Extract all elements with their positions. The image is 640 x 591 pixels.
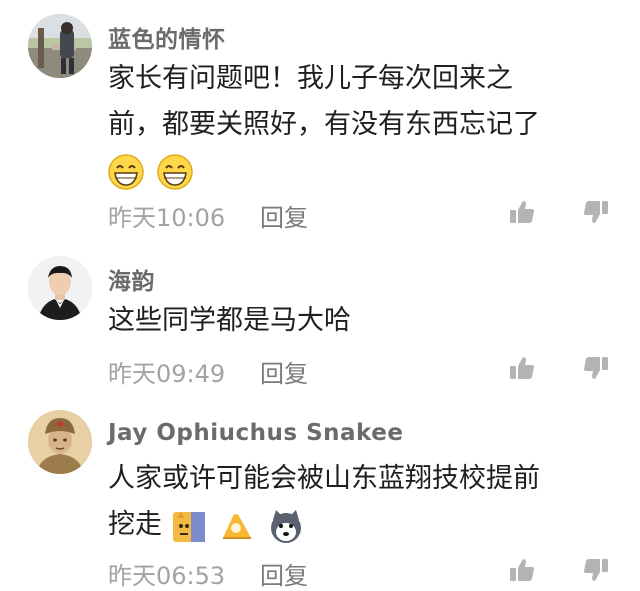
grin-emoji bbox=[108, 153, 144, 190]
comment-text-line: 前，都要关照好，有没有东西忘记了 bbox=[108, 109, 540, 140]
timestamp: 昨天10:06 bbox=[108, 204, 226, 232]
comment-text: 家长有问题吧！我儿子每次回来之 前，都要关照好，有没有东西忘记了 bbox=[108, 56, 608, 194]
comment-meta: 昨天06:53 回复 bbox=[108, 556, 628, 591]
comment-text-line: 人家或许可能会被山东蓝翔技校提前 bbox=[108, 463, 540, 494]
username[interactable]: 海韵 bbox=[108, 262, 155, 296]
thumbs-down-icon[interactable] bbox=[582, 556, 610, 584]
thumbs-down-icon[interactable] bbox=[582, 354, 610, 382]
comment-text-line: 这些同学都是马大哈 bbox=[108, 305, 351, 336]
timestamp: 昨天09:49 bbox=[108, 360, 226, 388]
comment-text-line: 家长有问题吧！我儿子每次回来之 bbox=[108, 63, 513, 94]
husky-emoji bbox=[270, 509, 301, 543]
username[interactable]: Jay Ophiuchus Snakee bbox=[108, 420, 403, 446]
comment-text-line: 挖走 bbox=[108, 502, 608, 548]
thumbs-up-icon[interactable] bbox=[508, 556, 536, 584]
comment-meta: 昨天10:06 回复 bbox=[108, 198, 628, 233]
doge-emoji bbox=[172, 511, 205, 542]
ok-hand-emoji bbox=[223, 513, 252, 539]
thumbs-down-icon[interactable] bbox=[582, 198, 610, 226]
emoji-row bbox=[108, 148, 608, 194]
reply-button[interactable]: 回复 bbox=[260, 354, 308, 389]
timestamp: 昨天06:53 bbox=[108, 562, 226, 590]
thumbs-up-icon[interactable] bbox=[508, 198, 536, 226]
avatar[interactable] bbox=[28, 14, 92, 78]
reply-button[interactable]: 回复 bbox=[260, 198, 308, 233]
comment-meta: 昨天09:49 回复 bbox=[108, 354, 628, 389]
comment-text: 人家或许可能会被山东蓝翔技校提前 挖走 bbox=[108, 456, 608, 548]
thumbs-up-icon[interactable] bbox=[508, 354, 536, 382]
reply-button[interactable]: 回复 bbox=[260, 556, 308, 591]
avatar[interactable] bbox=[28, 410, 92, 474]
username[interactable]: 蓝色的情怀 bbox=[108, 20, 226, 54]
grin-emoji bbox=[156, 153, 193, 190]
comment-text: 这些同学都是马大哈 bbox=[108, 298, 608, 344]
comment-text-tail: 挖走 bbox=[108, 509, 162, 540]
avatar[interactable] bbox=[28, 256, 92, 320]
